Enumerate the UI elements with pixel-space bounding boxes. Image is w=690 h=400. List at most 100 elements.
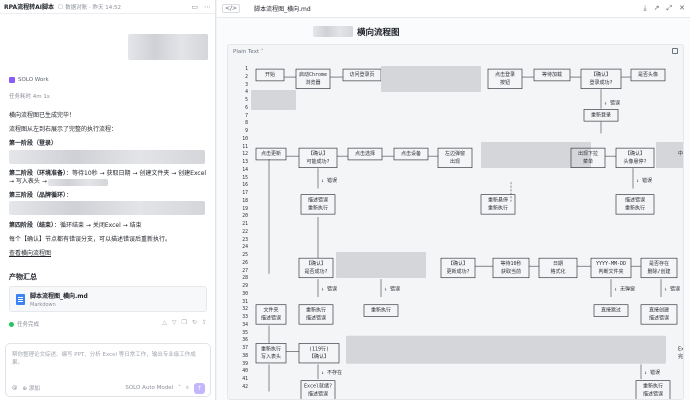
line-number: 37	[242, 346, 248, 351]
flow-edge-label: ↓ 错误	[321, 177, 337, 184]
view-diagram-link[interactable]: 查看横向流程图	[9, 250, 51, 257]
download-icon[interactable]: ⤓	[644, 4, 647, 13]
flow-node-label: 更新成功?	[446, 268, 469, 275]
line-number: 31	[242, 299, 248, 305]
line-number: 12	[242, 152, 248, 158]
artifact-file-card[interactable]: 脚本流程图_横向.md Markdown	[9, 286, 207, 312]
agent-name: SOLO Work	[18, 77, 49, 83]
line-number: 16	[242, 183, 248, 189]
phase2-redacted	[48, 179, 108, 186]
flow-node-label: 描述错误	[306, 314, 326, 321]
phase1-redacted	[9, 150, 205, 164]
line-number: 21	[242, 222, 248, 227]
refresh-icon[interactable]: ↻	[192, 319, 197, 326]
copy-message-icon[interactable]: ❐	[182, 319, 187, 326]
message-composer[interactable]: 帮你整理论文综述、编写 PPT、分析 Excel 等日常工作，输出专业级工作成果…	[5, 343, 211, 397]
flow-node-label-partial: Excel	[678, 346, 684, 352]
expand-icon[interactable]: ⤢	[667, 4, 673, 13]
flow-node-label: 等待加载	[542, 71, 562, 78]
code-language-selector[interactable]: Plain Text ˅	[233, 49, 264, 55]
phase4-title: 第四阶段（结束）	[9, 222, 55, 229]
redacted-region	[336, 252, 426, 278]
flow-node-label: 获取当前	[501, 268, 521, 275]
flow-edge-label: ↓ 无弹窗	[614, 285, 635, 292]
flow-node-label: 重新执行	[308, 204, 328, 211]
phase2-title: 第二阶段（环境准备）	[9, 170, 67, 177]
line-number: 20	[242, 214, 248, 220]
line-number: 9	[245, 129, 248, 134]
line-number: 34	[242, 322, 248, 328]
arrow-up-icon: ↑	[196, 384, 203, 392]
line-number: 26	[242, 260, 248, 266]
add-context-button[interactable]: ⊕ 添加	[23, 384, 40, 392]
composer-toolbar: @ ⊕ 添加 SOLO Auto Model ˅ ⌕ ↑	[12, 382, 205, 394]
flow-node-label: 出现下拉	[578, 150, 598, 157]
artifacts-title: 产物汇总	[9, 273, 37, 281]
send-button[interactable]: ↑	[194, 382, 205, 394]
flow-edge-label: ↓ 错误	[644, 369, 660, 376]
line-number: 36	[242, 338, 248, 344]
external-link-icon[interactable]: ↗	[654, 4, 660, 13]
line-number: 30	[242, 291, 248, 297]
flow-node-label: 是否存在	[649, 260, 669, 267]
flow-node-label: 【确认】	[625, 150, 645, 157]
chat-meta: ▢ 数据对账 · 昨天 14:52	[58, 3, 121, 11]
thumbs-up-icon[interactable]: △	[162, 319, 167, 326]
flow-node-label: 点击设备	[401, 150, 421, 157]
thumbs-down-icon[interactable]: ▽	[172, 319, 177, 326]
artifact-file-name: 脚本流程图_横向.md	[30, 292, 88, 300]
line-number: 41	[242, 377, 248, 382]
flow-node-label: 格式化	[550, 268, 565, 275]
flow-node-label: 【确认】	[308, 150, 328, 157]
phase3-redacted	[9, 201, 205, 215]
composer-placeholder[interactable]: 帮你整理论文综述、编写 PPT、分析 Excel 等日常工作，输出专业级工作成果…	[12, 351, 202, 367]
flow-node-label: 是否头像	[638, 71, 658, 78]
mention-button[interactable]: @	[12, 385, 18, 391]
flow-node-label: 重新悬停	[488, 197, 508, 204]
flow-node-label: 访问登录页	[349, 71, 374, 78]
flow-node-label: 重新执行	[306, 307, 326, 314]
task-elapsed[interactable]: 任务耗时 4m 1s	[9, 92, 50, 100]
flow-edge-label: ↓ 错误	[384, 285, 400, 292]
line-number: 10	[242, 136, 248, 142]
chat-panel: RPA流程转AI脚本 ▢ 数据对账 · 昨天 14:52 ▭ ⋯ SOLO Wo…	[0, 0, 216, 400]
model-selector[interactable]: SOLO Auto Model	[125, 385, 173, 391]
flow-node-label: 【确认】	[591, 71, 611, 78]
flow-node-label: 出现	[450, 158, 460, 165]
msg-phase3: 第三阶段（品牌循环）：	[9, 192, 209, 200]
layout-icon[interactable]: ▭	[191, 3, 198, 11]
more-icon[interactable]: ⋯	[204, 3, 211, 11]
flow-node-label: 描述错误	[308, 390, 328, 397]
flow-node-label: 【确认】	[448, 260, 468, 267]
chat-meta-text: 数据对账 · 昨天 14:52	[65, 4, 122, 11]
flow-edge-label: ↓ 错误	[636, 177, 652, 184]
line-number: 6	[245, 105, 248, 111]
flow-node-label: 描述错误	[261, 314, 281, 321]
copy-code-icon[interactable]	[672, 48, 678, 54]
code-block: Plain Text ˅ 1 2 3 4 5 6 7 8 9 10 11 12 13 14 15 16 17 18…	[227, 44, 684, 400]
close-icon[interactable]: ✕	[679, 4, 685, 13]
line-number: 14	[242, 167, 248, 173]
flow-node-label: 登录成功?	[589, 79, 612, 86]
editor-tab[interactable]: 脚本流程图_横向.md	[254, 4, 311, 13]
msg-done: 横向流程图已生成完毕！	[9, 112, 76, 119]
phase3-title: 第三阶段（品牌循环）	[9, 192, 67, 199]
msg-phase2: 第二阶段（环境准备）：等待10秒 → 获取日期 → 创建文件夹 → 创建Exce…	[9, 170, 209, 186]
msg-phase1: 第一阶段（登录）	[9, 140, 209, 148]
flow-node-label: YYYY-MM-DD	[596, 261, 626, 267]
flow-node-label: 菜单	[583, 158, 593, 165]
share-icon[interactable]: ⇪	[202, 319, 207, 326]
msg-intro: 流程图从左到右展示了完整的执行流程：	[9, 126, 118, 133]
check-icon	[9, 321, 14, 327]
flow-node-label: 重新执行	[261, 345, 281, 352]
flow-node-label: 按钮	[500, 79, 510, 86]
code-view-toggle[interactable]: </>	[222, 4, 241, 13]
flow-edge-label: ↓ 不存在	[321, 369, 342, 376]
line-number: 8	[245, 121, 248, 127]
attach-icon[interactable]: ⌕	[186, 385, 189, 392]
flow-node-label: 浏览器	[305, 79, 320, 86]
task-status: 任务完成	[9, 320, 39, 328]
line-number: 3	[245, 82, 248, 88]
chevron-down-icon[interactable]: ˅	[178, 385, 181, 391]
flow-node-label: 删除/创建	[647, 268, 670, 275]
